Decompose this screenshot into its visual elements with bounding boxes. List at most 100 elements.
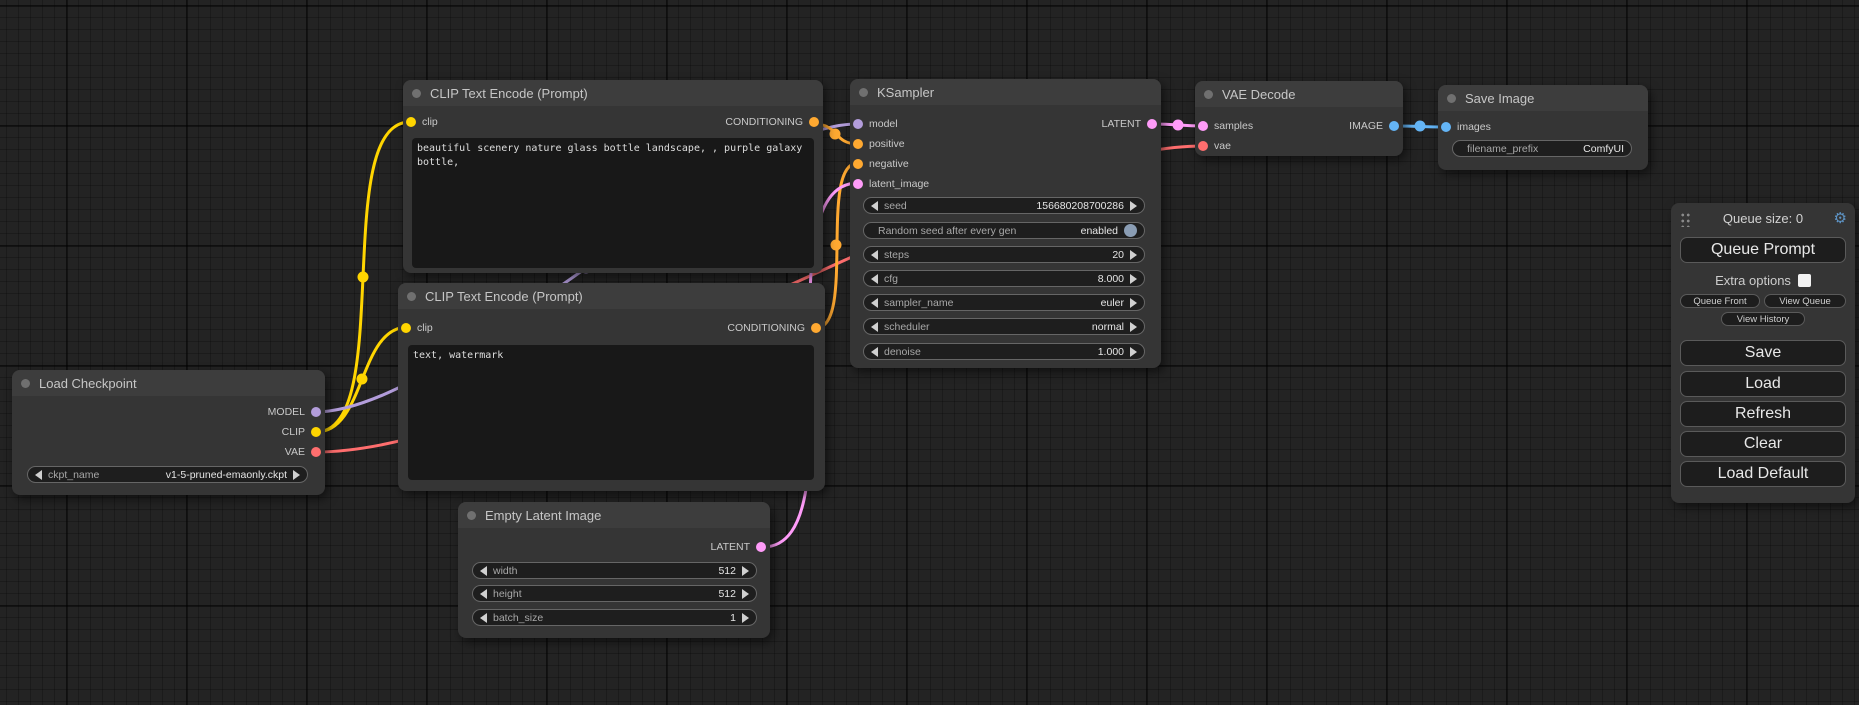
widget-label: seed — [884, 200, 907, 212]
input-slot-label: vae — [1214, 140, 1231, 152]
stepper-left-arrow[interactable] — [871, 347, 878, 357]
widget-value: ComfyUI — [1583, 143, 1624, 155]
batch-size-widget[interactable]: batch_size 1 — [472, 609, 757, 626]
collapse-dot[interactable] — [859, 88, 868, 97]
clear-button[interactable]: Clear — [1680, 431, 1846, 457]
load-default-button[interactable]: Load Default — [1680, 461, 1846, 487]
node-title-bar[interactable]: CLIP Text Encode (Prompt) — [403, 80, 823, 106]
ckpt-name-widget[interactable]: ckpt_name v1-5-pruned-emaonly.ckpt — [27, 466, 308, 483]
negative-prompt-textarea[interactable]: text, watermark — [408, 345, 814, 480]
negative-input-port[interactable] — [853, 159, 863, 169]
output-slot-conditioning: CONDITIONING — [727, 319, 821, 337]
latent-output-port[interactable] — [1147, 119, 1157, 129]
collapse-dot[interactable] — [467, 511, 476, 520]
steps-widget[interactable]: steps 20 — [863, 246, 1145, 263]
output-slot-latent: LATENT — [711, 538, 766, 556]
stepper-right-arrow[interactable] — [1130, 298, 1137, 308]
collapse-dot[interactable] — [21, 379, 30, 388]
node-graph-canvas[interactable]: Load Checkpoint MODEL CLIP VAE ckpt_name… — [0, 0, 1859, 705]
load-button[interactable]: Load — [1680, 371, 1846, 397]
node-save-image[interactable]: Save Image images filename_prefix ComfyU… — [1438, 85, 1648, 170]
node-load-checkpoint[interactable]: Load Checkpoint MODEL CLIP VAE ckpt_name… — [12, 370, 325, 495]
stepper-right-arrow[interactable] — [742, 566, 749, 576]
model-input-port[interactable] — [853, 119, 863, 129]
input-slot-clip: clip — [401, 319, 433, 337]
height-widget[interactable]: height 512 — [472, 585, 757, 602]
stepper-left-arrow[interactable] — [35, 470, 42, 480]
seed-widget[interactable]: seed 156680208700286 — [863, 197, 1145, 214]
queue-front-button[interactable]: Queue Front — [1680, 294, 1760, 308]
stepper-left-arrow[interactable] — [480, 589, 487, 599]
stepper-right-arrow[interactable] — [742, 613, 749, 623]
stepper-left-arrow[interactable] — [871, 250, 878, 260]
conditioning-output-port[interactable] — [809, 117, 819, 127]
node-title-bar[interactable]: Load Checkpoint — [12, 370, 325, 396]
vae-input-port[interactable] — [1198, 141, 1208, 151]
extra-options-checkbox[interactable] — [1798, 274, 1811, 287]
output-slot-label: MODEL — [268, 406, 305, 418]
node-clip-text-encode-negative[interactable]: CLIP Text Encode (Prompt) clip CONDITION… — [398, 283, 825, 491]
widget-label: filename_prefix — [1467, 143, 1538, 155]
stepper-right-arrow[interactable] — [293, 470, 300, 480]
view-history-button[interactable]: View History — [1721, 312, 1805, 326]
positive-input-port[interactable] — [853, 139, 863, 149]
stepper-left-arrow[interactable] — [871, 274, 878, 284]
collapse-dot[interactable] — [407, 292, 416, 301]
stepper-right-arrow[interactable] — [1130, 347, 1137, 357]
clip-input-port[interactable] — [401, 323, 411, 333]
toggle-knob[interactable] — [1124, 224, 1137, 237]
node-title-bar[interactable]: KSampler — [850, 79, 1161, 105]
node-title-bar[interactable]: CLIP Text Encode (Prompt) — [398, 283, 825, 309]
stepper-left-arrow[interactable] — [871, 298, 878, 308]
gear-icon[interactable]: ⚙ — [1834, 209, 1847, 227]
stepper-right-arrow[interactable] — [1130, 322, 1137, 332]
latent-output-port[interactable] — [756, 542, 766, 552]
node-title-bar[interactable]: Save Image — [1438, 85, 1648, 111]
widget-value: enabled — [1081, 225, 1118, 237]
collapse-dot[interactable] — [412, 89, 421, 98]
conditioning-output-port[interactable] — [811, 323, 821, 333]
view-queue-button[interactable]: View Queue — [1764, 294, 1846, 308]
denoise-widget[interactable]: denoise 1.000 — [863, 343, 1145, 360]
stepper-left-arrow[interactable] — [480, 566, 487, 576]
node-vae-decode[interactable]: VAE Decode samples vae IMAGE — [1195, 81, 1403, 156]
cfg-widget[interactable]: cfg 8.000 — [863, 270, 1145, 287]
stepper-right-arrow[interactable] — [742, 589, 749, 599]
stepper-right-arrow[interactable] — [1130, 274, 1137, 284]
save-button[interactable]: Save — [1680, 340, 1846, 366]
width-widget[interactable]: width 512 — [472, 562, 757, 579]
node-title-bar[interactable]: Empty Latent Image — [458, 502, 770, 528]
model-output-port[interactable] — [311, 407, 321, 417]
positive-prompt-textarea[interactable]: beautiful scenery nature glass bottle la… — [412, 138, 814, 268]
stepper-left-arrow[interactable] — [480, 613, 487, 623]
collapse-dot[interactable] — [1447, 94, 1456, 103]
refresh-button[interactable]: Refresh — [1680, 401, 1846, 427]
stepper-right-arrow[interactable] — [1130, 250, 1137, 260]
clip-output-port[interactable] — [311, 427, 321, 437]
node-empty-latent-image[interactable]: Empty Latent Image LATENT width 512 heig… — [458, 502, 770, 638]
extra-options-label: Extra options — [1715, 273, 1791, 288]
stepper-right-arrow[interactable] — [1130, 201, 1137, 211]
queue-prompt-button[interactable]: Queue Prompt — [1680, 237, 1846, 263]
node-clip-text-encode-positive[interactable]: CLIP Text Encode (Prompt) clip CONDITION… — [403, 80, 823, 273]
input-slot-samples: samples — [1198, 117, 1253, 135]
latent-image-input-port[interactable] — [853, 179, 863, 189]
image-output-port[interactable] — [1389, 121, 1399, 131]
images-input-port[interactable] — [1441, 122, 1451, 132]
filename-prefix-widget[interactable]: filename_prefix ComfyUI — [1452, 140, 1632, 157]
node-title-bar[interactable]: VAE Decode — [1195, 81, 1403, 107]
clip-input-port[interactable] — [406, 117, 416, 127]
stepper-left-arrow[interactable] — [871, 322, 878, 332]
stepper-left-arrow[interactable] — [871, 201, 878, 211]
collapse-dot[interactable] — [1204, 90, 1213, 99]
input-slot-label: latent_image — [869, 178, 929, 190]
scheduler-widget[interactable]: scheduler normal — [863, 318, 1145, 335]
random-seed-toggle-widget[interactable]: Random seed after every gen enabled — [863, 222, 1145, 239]
vae-output-port[interactable] — [311, 447, 321, 457]
node-ksampler[interactable]: KSampler model positive negative latent_… — [850, 79, 1161, 368]
widget-value: 512 — [718, 588, 736, 600]
samples-input-port[interactable] — [1198, 121, 1208, 131]
output-slot-label: LATENT — [1102, 118, 1141, 130]
widget-label: steps — [884, 249, 909, 261]
sampler-name-widget[interactable]: sampler_name euler — [863, 294, 1145, 311]
